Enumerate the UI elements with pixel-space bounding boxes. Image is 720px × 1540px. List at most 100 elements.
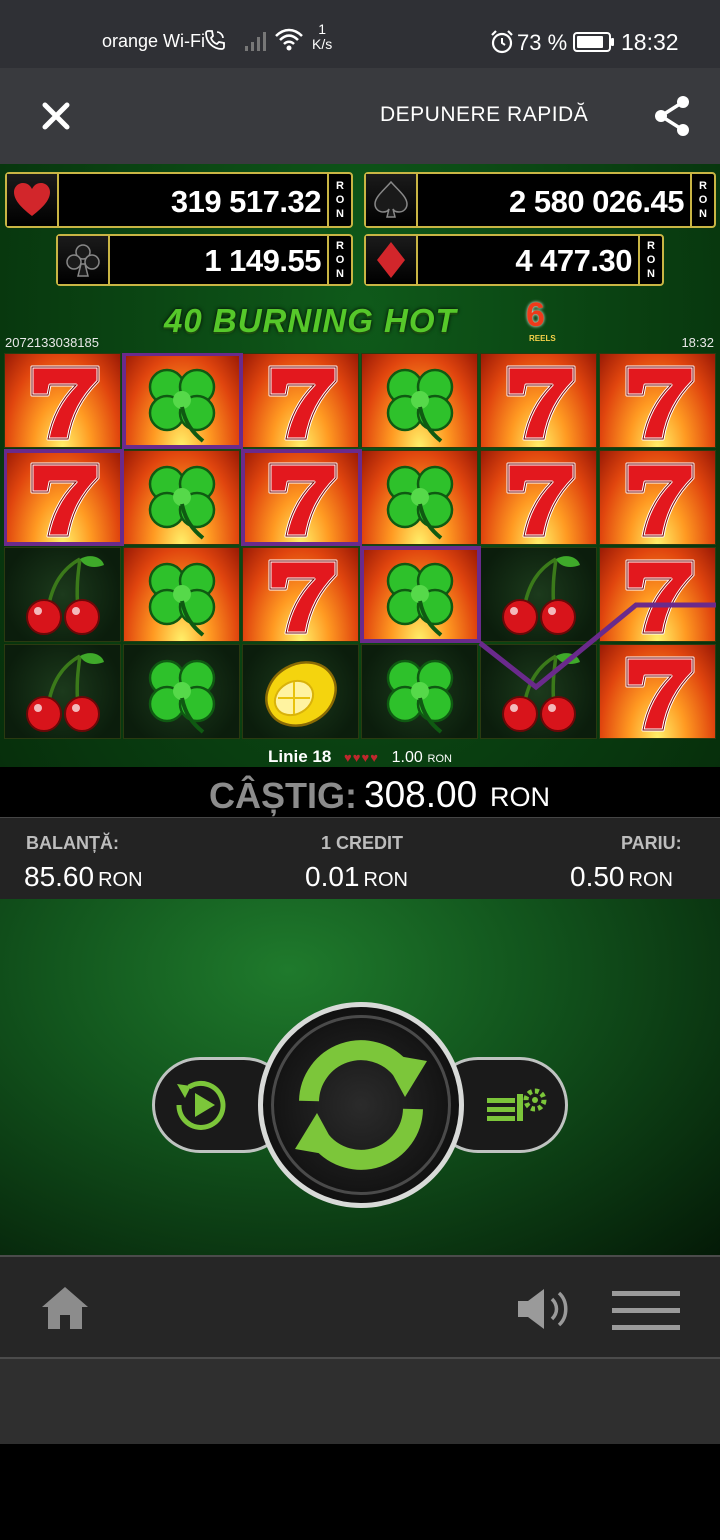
spade-icon [366, 174, 418, 226]
seven-icon [268, 559, 338, 635]
jackpot-diamond: 4 477.30 RON [364, 234, 664, 286]
reel-cell-seven [242, 450, 359, 545]
reel-cell-seven [480, 450, 597, 545]
credit-value: 0.01 RON [305, 861, 408, 892]
win-label: CÂȘTIG: [209, 775, 357, 816]
close-icon[interactable] [38, 98, 74, 134]
reel-cell-seven [599, 450, 716, 545]
battery-icon [573, 32, 614, 52]
win-currency: RON [490, 782, 550, 812]
seven-icon [506, 462, 576, 538]
share-icon[interactable] [652, 94, 692, 138]
speaker-icon[interactable] [516, 1287, 572, 1331]
jackpot-club: 1 149.55 RON [56, 234, 353, 286]
reel-cell-seven [480, 353, 597, 448]
wifi-call-icon [205, 30, 225, 50]
status-bar: orange Wi-Fi 1 K/s 73 % 18:32 [0, 0, 720, 68]
reel-cell-seven [599, 353, 716, 448]
win-row: CÂȘTIG: 308.00 RON [0, 767, 720, 817]
reel-cell-seven [4, 450, 121, 545]
reel-cell-clover [361, 644, 478, 739]
seven-icon [625, 462, 695, 538]
reel-cell-seven [4, 353, 121, 448]
reel-cell-clover [361, 547, 478, 642]
game-title-number: 6 [526, 296, 545, 334]
spin-icon [295, 1040, 427, 1170]
reel-cell-clover [361, 450, 478, 545]
clover-icon [386, 368, 454, 443]
cherry-icon [502, 653, 580, 732]
reel-cell-cherry [480, 644, 597, 739]
reel-cell-cherry [480, 547, 597, 642]
jackpot-currency: RON [327, 174, 351, 226]
seven-icon [625, 365, 695, 441]
line-currency: RON [427, 753, 452, 765]
app-header: DEPUNERE RAPIDĂ [0, 68, 720, 164]
jackpot-currency: RON [638, 236, 662, 284]
line-bet: 1.00 [391, 749, 423, 766]
clover-icon [386, 465, 454, 540]
reel-cell-cherry [4, 644, 121, 739]
bet-label: PARIU: [621, 833, 682, 853]
reel-cell-cherry [4, 547, 121, 642]
reel-cell-clover [123, 547, 240, 642]
reel-cell-seven [242, 353, 359, 448]
menu-icon[interactable] [612, 1291, 682, 1331]
carrier-label: orange Wi-Fi [102, 31, 206, 51]
reel-cell-seven [242, 547, 359, 642]
bet-value[interactable]: 0.50 RON [570, 861, 673, 893]
reel-cell-seven [599, 644, 716, 739]
jackpot-currency: RON [690, 174, 714, 226]
cherry-icon [26, 556, 104, 635]
cherry-icon [502, 556, 580, 635]
jackpot-currency: RON [327, 236, 351, 284]
battery-percent: 73 % [517, 30, 568, 55]
reel-cell-clover [123, 450, 240, 545]
jackpot-spade: 2 580 026.45 RON [364, 172, 716, 228]
line-hearts: ♥♥♥♥ [344, 750, 379, 765]
clover-icon [148, 368, 216, 443]
cherry-icon [26, 653, 104, 732]
jackpot-value: 319 517.32 [170, 184, 322, 219]
seven-icon [30, 462, 100, 538]
game-clock: 18:32 [681, 335, 714, 350]
line-info: Linie 18 ♥♥♥♥ 1.00 RON [0, 747, 720, 767]
credit-label: 1 CREDIT [321, 833, 404, 853]
spin-button[interactable] [258, 1002, 464, 1208]
wifi-icon [275, 28, 303, 51]
alarm-icon [491, 30, 513, 54]
reels-grid [4, 353, 716, 743]
reel-cell-clover [361, 353, 478, 448]
clover-icon [148, 562, 216, 637]
seven-icon [625, 559, 695, 635]
stats-bar: BALANȚĂ: 85.60 RON 1 CREDIT 0.01 RON PARIU… [0, 817, 720, 899]
reel-cell-clover [123, 353, 240, 448]
home-icon[interactable] [40, 1285, 90, 1331]
club-icon [58, 236, 110, 284]
signal-icon [245, 32, 266, 51]
lemon-icon [265, 661, 337, 727]
clover-icon [148, 465, 216, 540]
reel-cell-seven [599, 547, 716, 642]
clover-icon [148, 659, 216, 734]
round-id: 2072133038185 [5, 335, 99, 350]
diamond-icon [366, 236, 418, 284]
heart-icon [7, 174, 59, 226]
jackpot-value: 1 149.55 [204, 243, 321, 278]
bottom-filler [0, 1359, 720, 1444]
line-label: Linie 18 [268, 747, 332, 766]
seven-icon [268, 462, 338, 538]
jackpot-heart: 319 517.32 RON [5, 172, 353, 228]
seven-icon [268, 365, 338, 441]
seven-icon [625, 656, 695, 732]
quick-deposit-link[interactable]: DEPUNERE RAPIDĂ [380, 103, 588, 127]
seven-icon [506, 365, 576, 441]
network-speed: 1 K/s [312, 21, 333, 52]
autoplay-icon [176, 1080, 226, 1130]
bottom-bar [0, 1255, 720, 1359]
game-title-sub: REELS [529, 334, 556, 343]
slot-game: 319 517.32 RON 2 580 026.45 RON 1 149.55… [0, 164, 720, 898]
jackpot-value: 2 580 026.45 [508, 184, 685, 219]
game-title: 40 BURNING HOT [164, 302, 457, 339]
status-time: 18:32 [621, 29, 679, 55]
